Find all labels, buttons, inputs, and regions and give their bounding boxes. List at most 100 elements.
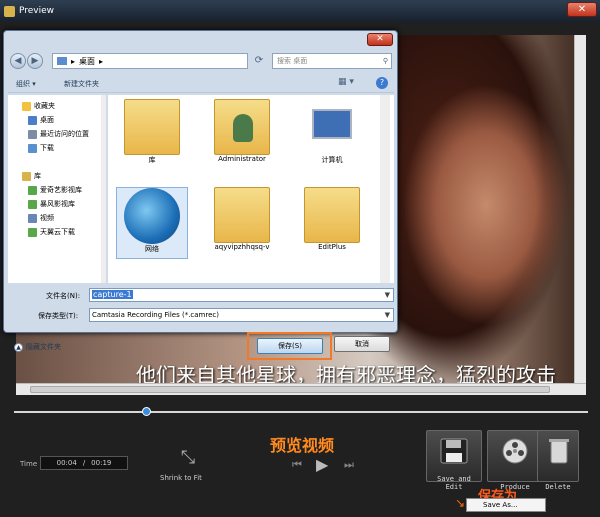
save-and-edit-label: Save and Edit xyxy=(437,475,471,491)
file-list-scrollbar[interactable] xyxy=(380,95,390,283)
chevron-down-icon[interactable]: ▼ xyxy=(385,309,390,321)
nav-videos[interactable]: 视频 xyxy=(28,213,54,223)
folder-icon xyxy=(304,187,360,243)
nav-lib1[interactable]: 爱奇艺影视库 xyxy=(28,185,82,195)
save-dialog: ✕ ◀ ▶ ▸ 桌面 ▸ ⟳ 搜索 桌面 ⚲ 组织 ▾ 新建文件夹 ▦ ▾ ? … xyxy=(3,30,398,360)
hide-folders-toggle[interactable]: ▲ 隐藏文件夹 xyxy=(14,342,61,352)
refresh-icon[interactable]: ⟳ xyxy=(251,53,267,69)
view-options-icon[interactable]: ▦ ▾ xyxy=(338,77,354,87)
address-row: ◀ ▶ ▸ 桌面 ▸ ⟳ 搜索 桌面 ⚲ xyxy=(8,51,394,71)
file-label: EditPlus xyxy=(318,243,346,251)
nav-libraries[interactable]: 库 xyxy=(22,171,41,181)
shrink-to-fit-icon[interactable]: ⤡ xyxy=(178,448,198,468)
address-bar[interactable]: ▸ 桌面 ▸ xyxy=(52,53,248,69)
folder-icon xyxy=(214,187,270,243)
filetype-value: Camtasia Recording Files (*.camrec) xyxy=(92,311,219,319)
nav-desktop[interactable]: 桌面 xyxy=(28,115,54,125)
forward-icon[interactable]: ▶ xyxy=(27,53,43,69)
time-separator: / xyxy=(82,459,86,467)
file-label: Administrator xyxy=(218,155,266,163)
horizontal-scrollbar[interactable] xyxy=(16,383,586,395)
file-item-administrator[interactable]: Administrator xyxy=(206,99,278,163)
trash-can-icon xyxy=(549,439,569,464)
chevron-down-icon[interactable]: ▼ xyxy=(385,289,390,301)
preview-video-caption: 预览视频 xyxy=(270,436,335,455)
help-icon[interactable]: ? xyxy=(376,77,388,89)
shrink-to-fit-label[interactable]: Shrink to Fit xyxy=(160,474,202,482)
previous-icon[interactable]: ⏮ xyxy=(292,458,302,472)
file-item-aqyvip[interactable]: aqyvipzhhqsq-v xyxy=(206,187,278,251)
new-folder-button[interactable]: 新建文件夹 xyxy=(64,79,99,89)
file-label: 库 xyxy=(148,156,156,164)
desktop-icon xyxy=(28,115,37,125)
dialog-close-button[interactable]: ✕ xyxy=(367,33,393,46)
produce-button[interactable]: Produce xyxy=(487,430,543,491)
delete-label: Delete xyxy=(545,483,571,491)
chevron-right-icon: ▸ xyxy=(71,56,76,66)
organize-button[interactable]: 组织 ▾ xyxy=(16,79,36,89)
nav-lib2[interactable]: 暴风影视库 xyxy=(28,199,75,209)
filetype-select[interactable]: Camtasia Recording Files (*.camrec) ▼ xyxy=(89,308,394,322)
file-label: 计算机 xyxy=(321,156,343,164)
file-item-library[interactable]: 库 xyxy=(116,99,188,165)
dialog-toolbar: 组织 ▾ 新建文件夹 ▦ ▾ ? xyxy=(8,75,394,93)
vertical-scrollbar[interactable] xyxy=(574,35,586,395)
save-button[interactable]: 保存(S) xyxy=(257,338,323,354)
nav-downloads[interactable]: 下载 xyxy=(28,143,54,153)
file-item-network[interactable]: 网络 xyxy=(116,187,188,259)
recent-places-icon xyxy=(28,129,37,139)
nav-tianyi-label: 天翼云下载 xyxy=(40,228,75,236)
videos-icon xyxy=(28,213,37,223)
next-icon[interactable]: ⏭ xyxy=(344,458,354,472)
save-button-highlight: 保存(S) xyxy=(247,332,332,360)
search-input[interactable]: 搜索 桌面 ⚲ xyxy=(272,53,392,69)
time-label: Time xyxy=(20,460,38,468)
file-item-computer[interactable]: 计算机 xyxy=(296,99,368,165)
chevron-up-icon: ▲ xyxy=(14,342,23,352)
nav-recent[interactable]: 最近访问的位置 xyxy=(28,129,89,139)
filename-input[interactable]: capture-1 ▼ xyxy=(89,288,394,302)
back-icon[interactable]: ◀ xyxy=(10,53,26,69)
nav-scrollbar[interactable] xyxy=(101,95,106,283)
file-label: 网络 xyxy=(145,245,159,253)
nav-favorites[interactable]: 收藏夹 xyxy=(22,101,55,111)
filetype-label: 保存类型(T): xyxy=(38,312,79,320)
file-label: aqyvipzhhqsq-v xyxy=(214,243,270,251)
app-icon xyxy=(4,5,15,17)
film-reel-icon xyxy=(502,438,528,464)
library-folder-icon xyxy=(28,227,37,237)
time-current: 00:04 xyxy=(56,459,77,467)
file-list: 库 Administrator 计算机 网络 aqyvipzhhqsq-v Ed… xyxy=(108,95,394,283)
scroll-thumb[interactable] xyxy=(30,386,550,393)
search-placeholder: 搜索 桌面 xyxy=(277,57,308,65)
save-and-edit-button[interactable]: Save and Edit xyxy=(426,430,482,491)
desktop-icon xyxy=(57,57,67,65)
library-icon xyxy=(22,171,31,181)
window-close-button[interactable]: ✕ xyxy=(567,2,597,17)
nav-lib1-label: 爱奇艺影视库 xyxy=(40,186,82,194)
time-display: 00:04 / 00:19 xyxy=(40,456,128,470)
downloads-icon xyxy=(28,143,37,153)
window-titlebar: Preview ✕ xyxy=(0,0,600,22)
filename-label: 文件名(N): xyxy=(46,292,81,300)
library-icon xyxy=(124,99,180,155)
user-folder-icon xyxy=(214,99,270,155)
nav-downloads-label: 下载 xyxy=(40,144,54,152)
seek-bar[interactable] xyxy=(14,411,588,413)
nav-favorites-label: 收藏夹 xyxy=(34,102,55,110)
window-title: Preview xyxy=(19,6,55,16)
search-icon: ⚲ xyxy=(382,57,388,65)
delete-button[interactable]: Delete xyxy=(537,430,579,491)
play-icon[interactable]: ▶ xyxy=(316,455,328,474)
computer-icon xyxy=(304,99,360,155)
star-icon xyxy=(22,101,31,111)
library-folder-icon xyxy=(28,185,37,195)
seek-knob[interactable] xyxy=(142,407,152,416)
nav-tianyi[interactable]: 天翼云下载 xyxy=(28,227,75,237)
library-folder-icon xyxy=(28,199,37,209)
arrow-icon: ↘ xyxy=(455,496,466,510)
file-item-editplus[interactable]: EditPlus xyxy=(296,187,368,251)
cancel-button[interactable]: 取消 xyxy=(334,336,390,352)
save-as-menu-item[interactable]: Save As... xyxy=(466,498,546,512)
floppy-disk-icon xyxy=(440,438,468,464)
